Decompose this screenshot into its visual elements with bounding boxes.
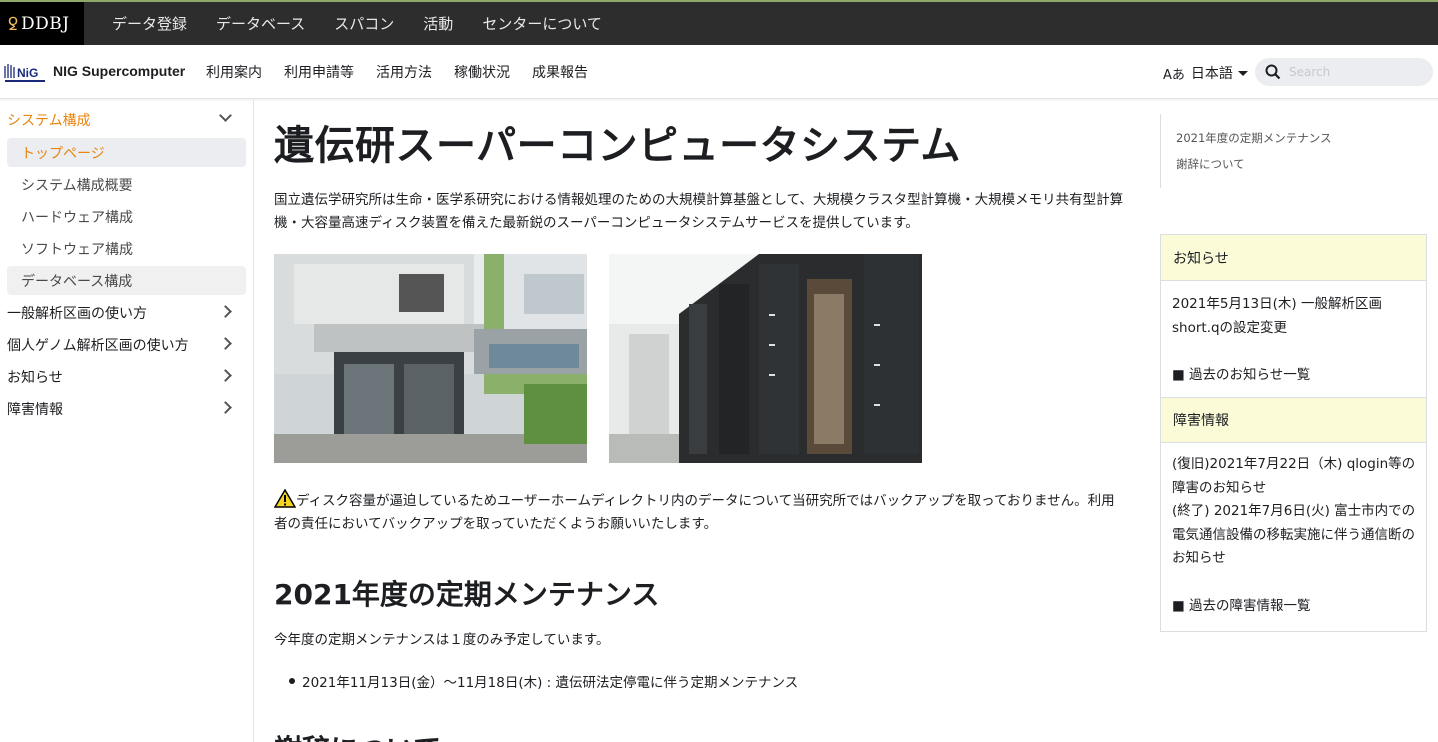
incidents-box-title: 障害情報 [1161,397,1426,443]
sidebar-item-label: お知らせ [7,370,63,386]
incidents-archive-link[interactable]: ■ 過去の障害情報一覧 [1172,595,1416,619]
toc-link-acknowledgements[interactable]: 謝辞について [1176,156,1245,172]
search-box[interactable] [1255,58,1433,86]
sidebar-item-label: 障害情報 [7,402,63,418]
top-nav-activities[interactable]: 活動 [423,13,453,34]
section-heading-acknowledgements: 謝辞について [274,728,441,742]
sidebar-item-software[interactable]: ソフトウェア構成 [7,234,246,263]
warning-text: ディスク容量が逼迫しているためユーザーホームディレクトリ内のデータについて当研究… [274,493,1115,532]
sidebar-item-incidents[interactable]: 障害情報 [7,395,246,423]
incidents-box-body: (復旧)2021年7月22日（木) qlogin等の障害のお知らせ (終了) 2… [1161,443,1426,631]
top-nav: データ登録 データベース スパコン 活動 センターについて [112,2,631,45]
list-item-text: 2021年11月13日(金）〜11月18日(木) : 遺伝研法定停電に伴う定期メ… [302,675,799,691]
translate-icon: Aあ [1163,67,1185,83]
news-box-title: お知らせ [1161,235,1426,281]
sidebar: システム構成 トップページ システム構成概要 ハードウェア構成 ソフトウェア構成… [0,100,254,742]
bullet-icon [289,678,295,684]
nav-application[interactable]: 利用申請等 [284,62,354,82]
top-nav-about[interactable]: センターについて [482,13,602,34]
news-item[interactable]: 2021年5月13日(木) 一般解析区画short.qの設定変更 [1172,293,1416,340]
sidebar-section-system[interactable]: システム構成 [7,106,246,134]
incidents-box: 障害情報 (復旧)2021年7月22日（木) qlogin等の障害のお知らせ (… [1160,397,1427,632]
caret-down-icon [1237,70,1248,76]
sidebar-item-label: 個人ゲノム解析区画の使い方 [7,338,189,354]
sidebar-item-system-overview[interactable]: システム構成概要 [7,170,246,199]
ddbj-logo-text: DDBJ [20,13,70,34]
top-nav-database[interactable]: データベース [216,13,305,34]
building-photo [274,254,587,463]
chevron-right-icon[interactable] [219,337,232,350]
nig-logo-icon[interactable]: NiG [3,62,47,84]
maintenance-paragraph: 今年度の定期メンテナンスは１度のみ予定しています。 [274,632,610,648]
chevron-right-icon[interactable] [219,369,232,382]
chevron-right-icon[interactable] [219,401,232,414]
site-navbar: NiG NIG Supercomputer 利用案内 利用申請等 活用方法 稼働… [0,45,1438,99]
nav-howto[interactable]: 活用方法 [376,62,432,82]
incident-item[interactable]: (終了) 2021年7月6日(火) 富士市内での電気通信設備の移転実施に伴う通信… [1172,500,1416,571]
page-title: 遺伝研スーパーコンピュータシステム [274,123,961,169]
supercomputer-photo [609,254,922,463]
nav-status[interactable]: 稼働状況 [454,62,510,82]
table-of-contents: 2021年度の定期メンテナンス 謝辞について [1160,114,1360,188]
backup-warning: ディスク容量が逼迫しているためユーザーホームディレクトリ内のデータについて当研究… [273,488,1124,536]
incident-item[interactable]: (復旧)2021年7月22日（木) qlogin等の障害のお知らせ [1172,453,1416,500]
language-label: 日本語 [1190,66,1233,82]
sidebar-item-news[interactable]: お知らせ [7,363,246,391]
news-box-body: 2021年5月13日(木) 一般解析区画short.qの設定変更 ■ 過去のお知… [1161,281,1426,398]
news-box: お知らせ 2021年5月13日(木) 一般解析区画short.qの設定変更 ■ … [1160,234,1427,399]
top-bar: ꝿ DDBJ データ登録 データベース スパコン 活動 センターについて [0,0,1438,45]
sidebar-item-top-page[interactable]: トップページ [7,138,246,167]
section-heading-maintenance: 2021年度の定期メンテナンス [274,578,660,611]
ddbj-logo[interactable]: ꝿ DDBJ [0,2,84,45]
toc-link-maintenance[interactable]: 2021年度の定期メンテナンス [1176,130,1332,146]
sidebar-item-hardware[interactable]: ハードウェア構成 [7,202,246,231]
sidebar-item-personal-genome[interactable]: 個人ゲノム解析区画の使い方 [7,331,246,359]
sidebar-item-label: 一般解析区画の使い方 [7,306,147,322]
brand-title[interactable]: NIG Supercomputer [53,63,185,79]
main-nav: 利用案内 利用申請等 活用方法 稼働状況 成果報告 [206,62,610,82]
sidebar-section-label: システム構成 [7,113,91,129]
nav-usage-guide[interactable]: 利用案内 [206,62,262,82]
list-item: 2021年11月13日(金）〜11月18日(木) : 遺伝研法定停電に伴う定期メ… [289,671,798,691]
intro-paragraph: 国立遺伝学研究所は生命・医学系研究における情報処理のための大規模計算基盤として、… [274,192,1124,231]
sidebar-item-general-analysis[interactable]: 一般解析区画の使い方 [7,299,246,327]
svg-text:NiG: NiG [17,66,38,80]
top-nav-supercomputer[interactable]: スパコン [334,13,394,34]
chevron-down-icon[interactable] [219,109,232,122]
chevron-right-icon[interactable] [219,305,232,318]
top-nav-data-submission[interactable]: データ登録 [112,13,187,34]
nav-reports[interactable]: 成果報告 [532,62,588,82]
ddbj-dna-icon: ꝿ [8,15,18,35]
language-selector[interactable]: Aあ 日本語 [1163,63,1248,83]
search-icon [1265,64,1281,80]
search-input[interactable] [1289,65,1429,79]
news-archive-link[interactable]: ■ 過去のお知らせ一覧 [1172,364,1416,388]
sidebar-item-database[interactable]: データベース構成 [7,266,246,295]
warning-icon [273,488,297,508]
